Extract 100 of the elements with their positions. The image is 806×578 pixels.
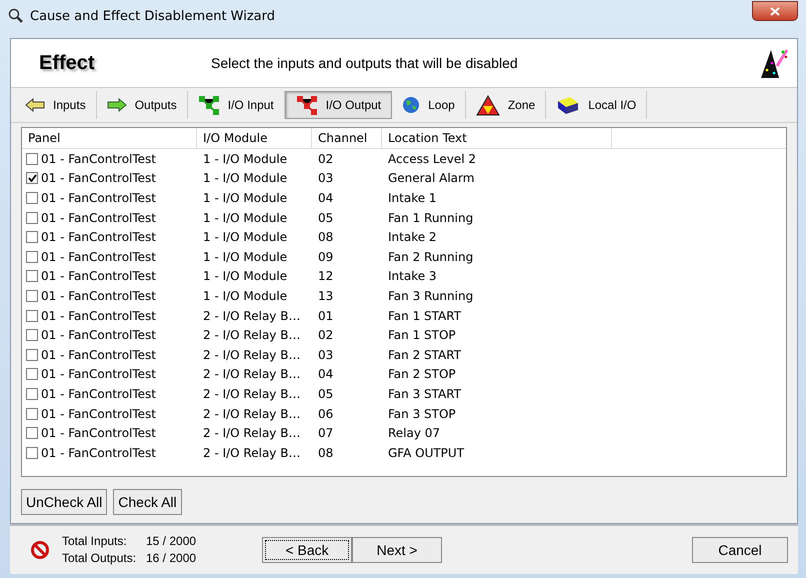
tab[interactable]: I/O Output	[284, 91, 392, 119]
checkbox[interactable]	[26, 348, 38, 361]
table-cell-text: Fan 3 START	[387, 386, 462, 401]
table-cell-text: Intake 1	[387, 190, 438, 205]
tab[interactable]: Outputs	[96, 91, 188, 119]
table-cell: 01 - FanControlTest	[41, 328, 156, 342]
table-cell-text: 1 - I/O Module	[202, 190, 288, 205]
column-header[interactable]: I/O Module	[197, 128, 312, 148]
table-cell-text: 2 - I/O Relay B…	[202, 426, 302, 440]
table-cell-text: 2 - I/O Relay B…	[202, 386, 302, 401]
tab[interactable]: Inputs	[15, 91, 97, 119]
table-cell-text: GFA OUTPUT	[387, 446, 466, 460]
tab[interactable]: Zone	[466, 91, 546, 119]
table-cell: 01 - FanControlTest	[41, 288, 156, 303]
column-header[interactable]: Panel	[22, 128, 197, 148]
checkbox[interactable]	[26, 368, 38, 380]
table-cell-text: Fan 3 STOP	[387, 406, 457, 421]
total-value: 16 / 2000	[146, 550, 196, 567]
table-cell-text: 08	[317, 230, 334, 244]
table-cell: 01 - FanControlTest	[41, 269, 156, 284]
warning-triangle-icon	[476, 94, 500, 116]
prohibited-icon	[30, 540, 50, 560]
back-button[interactable]: < Back	[262, 537, 352, 563]
table-cell-text: 2 - I/O Relay B…	[202, 406, 302, 421]
tab[interactable]: Loop	[392, 91, 466, 119]
checkbox[interactable]	[26, 172, 38, 184]
table-cell-text: Intake 3	[387, 269, 438, 284]
checkbox[interactable]	[26, 231, 38, 244]
step-title: Effect	[38, 52, 96, 74]
table-cell-text: Fan 1 Running	[387, 210, 474, 225]
table-cell-text: 1 - I/O Module	[202, 288, 288, 303]
table-cell-text: 1 - I/O Module	[202, 230, 288, 244]
tab[interactable]: Local I/O	[546, 91, 648, 119]
instruction-text: Select the inputs and outputs that will be disabled	[211, 55, 518, 71]
globe-icon	[402, 96, 420, 114]
tab[interactable]: I/O Input	[188, 91, 285, 119]
list-button[interactable]: Check All	[113, 489, 182, 515]
checkbox[interactable]	[26, 192, 38, 204]
close-icon	[770, 6, 780, 16]
table-cell-text: 04	[317, 190, 334, 205]
table-cell-text: 1 - I/O Module	[202, 269, 288, 284]
table-cell-text: Fan 2 START	[387, 348, 462, 362]
left-arrow-icon	[25, 98, 45, 112]
table-cell-text: 09	[317, 250, 334, 264]
table-cell: 01 - FanControlTest	[41, 426, 156, 440]
table-cell-text: 2 - I/O Relay B…	[202, 328, 302, 342]
table-cell-text: Fan 3 Running	[387, 288, 474, 303]
table-cell-text: 2 - I/O Relay B…	[202, 367, 302, 382]
checkbox[interactable]	[26, 427, 38, 440]
next-button[interactable]: Next >	[352, 537, 442, 563]
table-cell: 01 - FanControlTest	[41, 367, 156, 382]
table-cell-text: 1 - I/O Module	[202, 152, 288, 166]
table-cell-text: 13	[317, 288, 334, 303]
table-cell-text: 05	[317, 386, 334, 401]
table-cell-text: 07	[317, 426, 334, 440]
table-cell: 01 - FanControlTest	[41, 406, 156, 421]
checkbox[interactable]	[26, 250, 38, 263]
list-button[interactable]: UnCheck All	[21, 489, 108, 515]
checkbox[interactable]	[26, 408, 38, 420]
checkbox[interactable]	[26, 270, 38, 282]
table-cell: 01 - FanControlTest	[41, 210, 156, 225]
table-cell-text: 1 - I/O Module	[202, 210, 288, 225]
table-cell-text: 1 - I/O Module	[202, 171, 288, 186]
checkbox[interactable]	[26, 329, 38, 342]
table-cell-text: Relay 07	[387, 426, 442, 440]
checkbox[interactable]	[26, 446, 38, 459]
total-value: 15 / 2000	[146, 533, 196, 550]
table-cell-text: Intake 2	[387, 230, 438, 244]
checkbox[interactable]	[26, 290, 38, 302]
table-cell-text: 12	[317, 269, 334, 284]
table-cell-text: 02	[317, 152, 334, 166]
cancel-button[interactable]: Cancel	[692, 537, 788, 563]
table-cell: 01 - FanControlTest	[41, 171, 156, 186]
network-nodes-icon	[198, 95, 220, 115]
table-cell-text: Access Level 2	[387, 152, 478, 166]
module-icon	[556, 95, 580, 115]
table-cell-text: Fan 1 START	[387, 308, 462, 323]
magnifier-icon	[8, 8, 24, 24]
table-cell-text: General Alarm	[387, 171, 476, 186]
table-cell: 01 - FanControlTest	[41, 348, 156, 362]
table-cell-text: 02	[317, 328, 334, 342]
close-button[interactable]	[752, 1, 798, 21]
column-header[interactable]: Location Text	[382, 128, 612, 148]
table-cell-text: 04	[317, 367, 334, 382]
table-cell-text: 2 - I/O Relay B…	[202, 446, 302, 460]
right-arrow-icon	[106, 98, 127, 112]
table-cell: 01 - FanControlTest	[41, 230, 156, 244]
network-nodes-icon	[296, 95, 318, 115]
table-cell-text: Fan 2 STOP	[387, 367, 457, 382]
checkbox[interactable]	[26, 310, 38, 322]
total-label: Total Inputs:	[62, 533, 128, 550]
checkbox[interactable]	[26, 388, 38, 400]
table-cell: 01 - FanControlTest	[41, 446, 156, 460]
window-title: Cause and Effect Disablement Wizard	[30, 8, 276, 24]
table-cell: 01 - FanControlTest	[41, 250, 156, 264]
checkbox[interactable]	[26, 212, 38, 224]
table-cell: 01 - FanControlTest	[41, 190, 156, 205]
checkbox[interactable]	[26, 152, 38, 165]
column-header[interactable]: Channel	[312, 128, 382, 148]
table-cell: 01 - FanControlTest	[41, 152, 156, 166]
